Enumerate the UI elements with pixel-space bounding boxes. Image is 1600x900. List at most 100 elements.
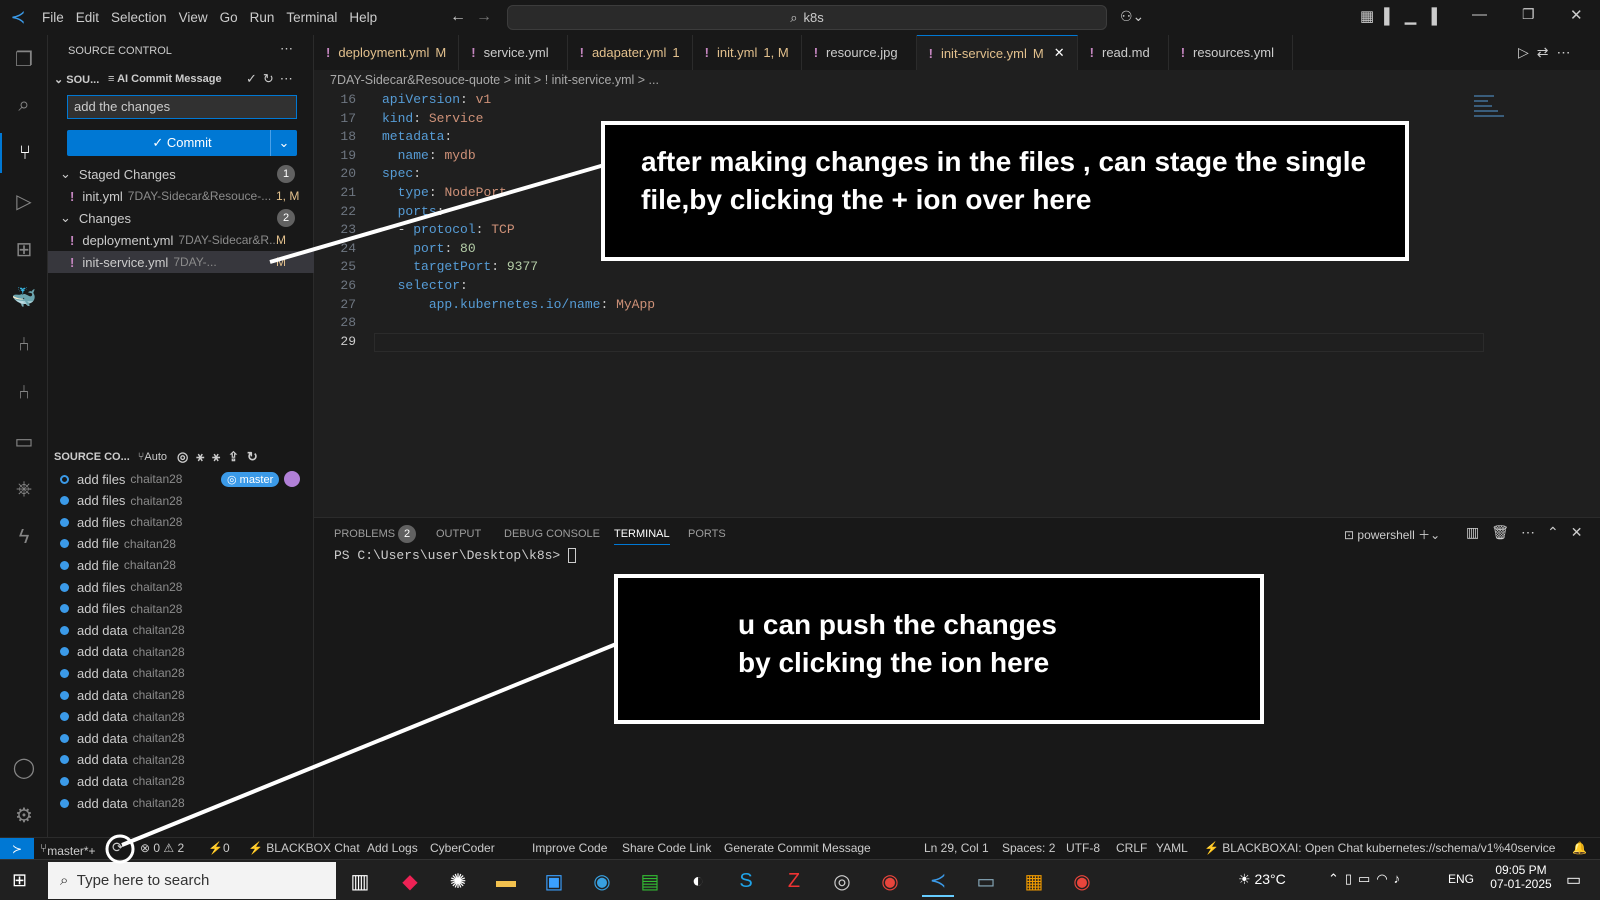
commit-item[interactable]: add file chaitan28 <box>48 554 314 576</box>
commit-message-input[interactable]: add the changes <box>67 95 297 119</box>
commit-item[interactable]: add data chaitan28 <box>48 706 314 728</box>
tab-resources-yml[interactable]: ! resources.yml <box>1169 35 1293 70</box>
branch-indicator[interactable]: ⑂ master*+ <box>40 841 96 858</box>
commit-item[interactable]: add files chaitan28 <box>48 576 314 598</box>
command-search-box[interactable]: ⌕ k8s <box>507 5 1107 30</box>
tab-read-md[interactable]: ! read.md <box>1078 35 1169 70</box>
commit-item[interactable]: add file chaitan28 <box>48 533 314 555</box>
explorer-icon[interactable]: ❐ <box>0 39 48 79</box>
commit-item[interactable]: add data chaitan28 <box>48 619 314 641</box>
sync-push-icon[interactable]: ⟳ <box>112 839 124 856</box>
close-window-button[interactable]: ✕ <box>1570 6 1583 24</box>
menu-item-view[interactable]: View <box>173 10 214 25</box>
source-control-icon[interactable]: ⑂ <box>0 133 48 173</box>
yaml-schema[interactable]: kubernetes://schema/v1%40service <box>1366 841 1555 855</box>
close-tab-icon[interactable]: ✕ <box>1054 45 1065 61</box>
commit-item[interactable]: add data chaitan28 <box>48 792 314 814</box>
menu-item-selection[interactable]: Selection <box>105 10 173 25</box>
app2-icon[interactable]: ▦ <box>1018 865 1050 897</box>
commit-item[interactable]: add files chaitan28 <box>48 598 314 620</box>
commit-item[interactable]: add files chaitan28 <box>48 511 314 533</box>
commit-item[interactable]: add data chaitan28 <box>48 684 314 706</box>
minimap[interactable] <box>1474 92 1514 152</box>
code-line[interactable]: metadata: <box>382 129 452 144</box>
windows-start-icon[interactable]: ⊞ <box>12 870 27 891</box>
task-view-icon[interactable]: ▥ <box>344 865 376 897</box>
code-line[interactable]: selector: <box>382 278 468 293</box>
status-item[interactable]: Share Code Link <box>622 841 711 855</box>
obs-icon[interactable]: ◎ <box>826 865 858 897</box>
tab-init-service-yml[interactable]: ! init-service.yml M ✕ <box>916 35 1078 70</box>
taskbar-search-input[interactable]: ⌕ Type here to search <box>48 862 336 899</box>
code-line[interactable]: type: NodePort <box>382 185 507 200</box>
tab-resource-jpg[interactable]: ! resource.jpg <box>802 35 917 70</box>
tab-deployment-yml[interactable]: ! deployment.yml M <box>314 35 460 70</box>
skype-icon[interactable]: S <box>730 865 762 897</box>
notifications-icon[interactable]: 🔔 <box>1572 841 1587 855</box>
commit-item[interactable]: add data chaitan28 <box>48 727 314 749</box>
edge-icon[interactable]: ◉ <box>586 865 618 897</box>
forward-arrow-icon[interactable]: → <box>476 8 492 26</box>
clock[interactable]: 09:05 PM 07-01-2025 <box>1486 863 1556 891</box>
status-item[interactable]: Add Logs <box>367 841 418 855</box>
commit-item[interactable]: add data chaitan28 <box>48 749 314 771</box>
kubernetes-icon[interactable]: ⎈ <box>0 469 48 509</box>
encoding[interactable]: UTF-8 <box>1066 841 1100 855</box>
terminal-prompt[interactable]: PS C:\Users\user\Desktop\k8s> <box>334 548 577 564</box>
code-line[interactable]: spec: <box>382 166 421 181</box>
gear-icon[interactable]: ⚙ <box>0 795 48 835</box>
minimize-button[interactable]: — <box>1472 6 1487 23</box>
git-lens-icon[interactable]: ⑃ <box>0 373 48 413</box>
menu-item-edit[interactable]: Edit <box>70 10 105 25</box>
code-line[interactable]: targetPort: 9377 <box>382 259 538 274</box>
file-explorer-icon[interactable]: ▬ <box>490 865 522 897</box>
commit-actions-icons[interactable]: ✓↻⋯ <box>246 71 299 87</box>
chat-icon[interactable]: ▭ <box>0 421 48 461</box>
account-icon[interactable]: ◯ <box>0 747 48 787</box>
code-line[interactable]: port: 80 <box>382 241 475 256</box>
commit-dropdown-icon[interactable]: ⌄ <box>270 130 297 156</box>
back-arrow-icon[interactable]: ← <box>450 8 466 26</box>
menu-item-run[interactable]: Run <box>244 10 281 25</box>
panel-tab-debug-console[interactable]: DEBUG CONSOLE <box>504 528 600 540</box>
commit-button[interactable]: ✓ Commit <box>67 130 297 156</box>
status-item[interactable]: Generate Commit Message <box>724 841 871 855</box>
language-indicator[interactable]: ENG <box>1448 872 1474 886</box>
code-line[interactable]: apiVersion: v1 <box>382 92 491 107</box>
weather-widget[interactable]: ☀ 23°C <box>1238 871 1286 888</box>
changed-file-item[interactable]: ! init-service.yml 7DAY-... M <box>48 251 314 273</box>
commit-item[interactable]: add data chaitan28 <box>48 641 314 663</box>
commit-item[interactable]: add files chaitan28 ◎ master <box>48 468 314 490</box>
repo-section-header[interactable]: ⌄ SOU... <box>54 73 99 86</box>
cursor-position[interactable]: Ln 29, Col 1 <box>924 841 989 855</box>
code-line[interactable]: app.kubernetes.io/name: MyApp <box>382 297 655 312</box>
chatgpt-icon[interactable]: ✺ <box>442 865 474 897</box>
status-item[interactable]: CyberCoder <box>430 841 495 855</box>
breadcrumb[interactable]: 7DAY-Sidecar&Resouce-quote > init > ! in… <box>330 73 659 87</box>
panel-tab-problems[interactable]: PROBLEMS <box>334 528 395 540</box>
menu-item-go[interactable]: Go <box>214 10 244 25</box>
menu-item-terminal[interactable]: Terminal <box>280 10 343 25</box>
notepad-icon[interactable]: ▤ <box>634 865 666 897</box>
language-mode[interactable]: YAML <box>1156 841 1188 855</box>
layout-toggle-icons[interactable]: ▦▌▁▐ <box>1360 7 1447 25</box>
problems-indicator[interactable]: ⊗ 0 ⚠ 2 <box>140 841 184 855</box>
search-icon[interactable]: ⌕ <box>0 85 48 125</box>
indentation[interactable]: Spaces: 2 <box>1002 841 1055 855</box>
copilot-app-icon[interactable]: ◆ <box>394 865 426 897</box>
menu-item-help[interactable]: Help <box>343 10 383 25</box>
more-actions-icon[interactable]: ⋯ <box>280 41 293 57</box>
editor-actions-icons[interactable]: ▷⇄⋯ <box>1518 44 1579 61</box>
terminal-shell-selector[interactable]: ⊡ powershell ＋⌄ <box>1344 526 1440 543</box>
extensions-icon[interactable]: ⊞ <box>0 229 48 269</box>
copilot-icon[interactable]: ⚇⌄ <box>1120 8 1144 25</box>
code-line[interactable]: - protocol: TCP <box>382 222 515 237</box>
blackbox-icon[interactable]: ϟ <box>0 517 48 557</box>
app-icon[interactable]: ◐ <box>682 865 714 897</box>
remote-icon[interactable]: ≻ <box>0 838 34 860</box>
menu-item-file[interactable]: File <box>36 10 70 25</box>
panel-actions-icons[interactable]: ▥🗑⋯⌃✕ <box>1466 524 1594 541</box>
git-graph-icon[interactable]: ⑃ <box>0 325 48 365</box>
vscode-taskbar-icon[interactable]: ≺ <box>922 865 954 897</box>
filezilla-icon[interactable]: Z <box>778 865 810 897</box>
